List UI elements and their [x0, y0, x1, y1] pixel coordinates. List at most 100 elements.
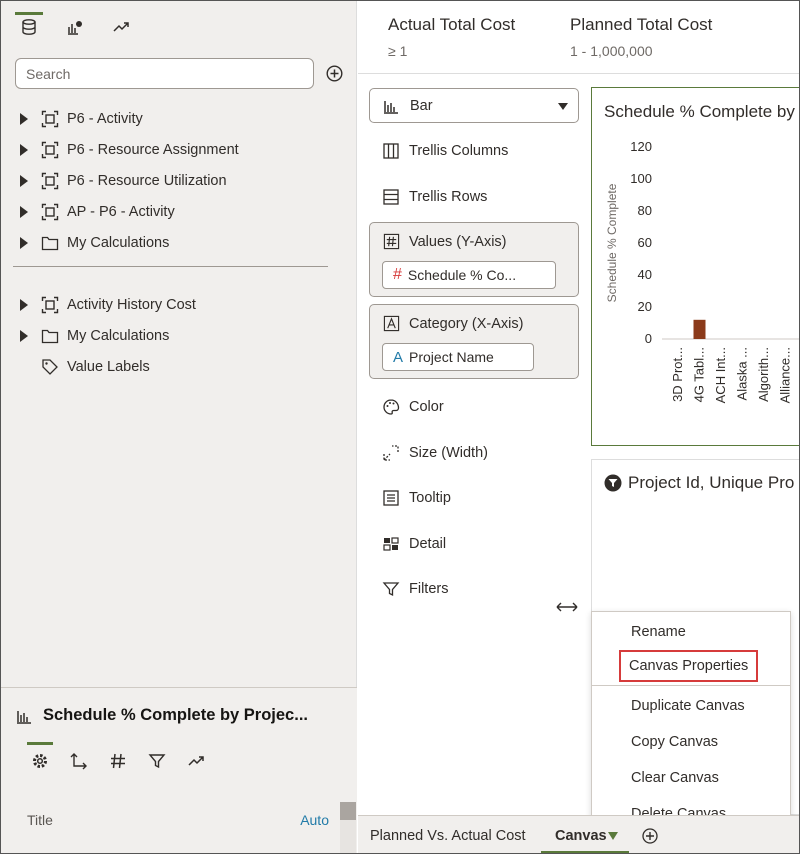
tab-analytics[interactable] — [107, 13, 135, 41]
values-y-axis-drop[interactable]: Values (Y-Axis) # Schedule % Co... — [369, 222, 579, 297]
x-tick-label: Alliance... — [778, 347, 793, 403]
canvas-tab-strip: Planned Vs. Actual Cost Canvas — [358, 815, 799, 853]
data-tree-secondary: Activity History Cost My Calculations Valu… — [19, 289, 349, 382]
tree-node[interactable]: P6 - Resource Utilization — [19, 165, 349, 196]
filter-value: 1 - 1,000,000 — [570, 43, 653, 59]
title-property-value[interactable]: Auto — [300, 812, 329, 828]
canvas-context-menu: Rename Canvas Properties Duplicate Canva… — [591, 611, 791, 833]
subject-area-icon — [41, 296, 59, 313]
values-pill[interactable]: # Schedule % Co... — [382, 261, 556, 289]
y-tick-label: 40 — [638, 267, 652, 282]
canvas-tab-canvas[interactable]: Canvas — [555, 828, 607, 844]
title-property-row: Title Auto — [27, 812, 329, 828]
caret-right-icon[interactable] — [19, 205, 29, 218]
tree-node[interactable]: My Calculations — [19, 227, 349, 258]
filter-icon — [148, 754, 166, 769]
caret-right-icon[interactable] — [19, 298, 29, 311]
category-pill[interactable]: A Project Name — [382, 343, 534, 371]
category-pill-label: Project Name — [409, 349, 494, 365]
tooltip-drop[interactable]: Tooltip — [382, 489, 451, 507]
trellis-columns-drop[interactable]: Trellis Columns — [382, 142, 508, 160]
values-y-axis-header: Values (Y-Axis) — [383, 233, 507, 250]
menu-item-copy-canvas[interactable]: Copy Canvas — [631, 734, 718, 750]
tooltip-icon — [383, 490, 399, 506]
menu-item-rename[interactable]: Rename — [631, 624, 686, 640]
color-label: Color — [409, 399, 444, 415]
tab-filters[interactable] — [146, 746, 168, 776]
filter-icon — [382, 582, 400, 597]
tab-visualizations[interactable] — [61, 13, 89, 41]
filter-label: Actual Total Cost — [388, 15, 516, 34]
color-drop[interactable]: Color — [382, 398, 444, 416]
tree-node[interactable]: P6 - Resource Assignment — [19, 134, 349, 165]
scrollbar-thumb[interactable] — [340, 802, 356, 820]
properties-tabs — [27, 742, 207, 776]
chart-type-select[interactable]: Bar — [369, 88, 579, 123]
attribute-icon: A — [393, 348, 404, 366]
canvas-tab-planned-vs-actual[interactable]: Planned Vs. Actual Cost — [370, 828, 526, 844]
caret-right-icon[interactable] — [19, 174, 29, 187]
y-tick-label: 60 — [638, 235, 652, 250]
tree-node[interactable]: My Calculations — [19, 320, 349, 351]
search-input[interactable] — [15, 58, 314, 89]
tab-values[interactable] — [107, 746, 129, 776]
bar-chart-icon — [384, 100, 398, 114]
detail-drop[interactable]: Detail — [382, 535, 446, 553]
tree-node[interactable]: Value Labels — [19, 351, 349, 382]
tab-analytics-props[interactable] — [185, 746, 207, 776]
tree-node[interactable]: Activity History Cost — [19, 289, 349, 320]
bar — [693, 319, 706, 339]
viz-title-text: Schedule % Complete by Projec... — [43, 706, 308, 724]
trellis-columns-icon — [383, 143, 399, 159]
measure-icon: # — [393, 266, 402, 283]
filters-drop[interactable]: Filters — [382, 580, 448, 598]
data-tree-primary: P6 - Activity P6 - Resource Assignment P6 … — [19, 103, 349, 258]
caret-right-icon[interactable] — [19, 329, 29, 342]
tree-node[interactable]: AP - P6 - Activity — [19, 196, 349, 227]
grammar-panel: Bar Trellis Columns Trellis Rows Values … — [358, 75, 590, 815]
add-canvas-icon[interactable] — [642, 828, 658, 844]
tree-node[interactable]: P6 - Activity — [19, 103, 349, 134]
menu-item-duplicate-canvas[interactable]: Duplicate Canvas — [631, 698, 745, 714]
x-tick-label: Algorith... — [756, 347, 771, 402]
resize-icon — [383, 445, 399, 461]
hash-box-icon — [383, 233, 400, 250]
trellis-rows-icon — [383, 189, 399, 205]
menu-item-clear-canvas[interactable]: Clear Canvas — [631, 770, 719, 786]
filter-label: Planned Total Cost — [570, 15, 713, 34]
menu-item-canvas-properties[interactable]: Canvas Properties — [618, 650, 759, 682]
tab-general[interactable] — [27, 742, 53, 776]
chart-card[interactable]: Schedule % Complete by Schedule % Comple… — [591, 87, 799, 446]
caret-right-icon[interactable] — [19, 112, 29, 125]
chevron-down-icon[interactable] — [608, 832, 618, 840]
properties-scrollbar[interactable] — [340, 802, 356, 853]
x-tick-label: ACH Int... — [713, 347, 728, 403]
folder-icon — [41, 329, 59, 343]
gear-icon — [33, 754, 47, 768]
bar-chart-icon — [17, 710, 31, 724]
values-y-axis-label: Values (Y-Axis) — [409, 233, 507, 250]
category-x-axis-drop[interactable]: Category (X-Axis) A Project Name — [369, 304, 579, 379]
caret-right-icon[interactable] — [19, 236, 29, 249]
hash-icon — [111, 753, 125, 769]
palette-icon — [383, 399, 400, 415]
caret-right-icon[interactable] — [19, 143, 29, 156]
subject-area-icon — [41, 172, 59, 189]
filter-actual-total-cost[interactable]: Actual Total Cost ≥ 1 — [388, 15, 515, 59]
trellis-rows-drop[interactable]: Trellis Rows — [382, 188, 487, 206]
data-panel: P6 - Activity P6 - Resource Assignment P6 … — [1, 1, 357, 853]
database-icon — [22, 19, 36, 35]
resize-handle-icon[interactable] — [555, 600, 579, 614]
tab-data[interactable] — [15, 12, 43, 41]
tooltip-label: Tooltip — [409, 490, 451, 506]
card2-title: Project Id, Unique Pro — [628, 473, 795, 492]
category-x-axis-header: Category (X-Axis) — [383, 315, 523, 332]
tab-axis[interactable] — [68, 746, 90, 776]
add-icon[interactable] — [326, 65, 343, 82]
y-tick-label: 20 — [638, 299, 652, 314]
tree-node-label: Value Labels — [67, 358, 150, 375]
size-drop[interactable]: Size (Width) — [382, 444, 488, 462]
tree-node-label: My Calculations — [67, 327, 170, 344]
attribute-box-icon — [383, 315, 400, 332]
filter-planned-total-cost[interactable]: Planned Total Cost 1 - 1,000,000 — [570, 15, 712, 59]
